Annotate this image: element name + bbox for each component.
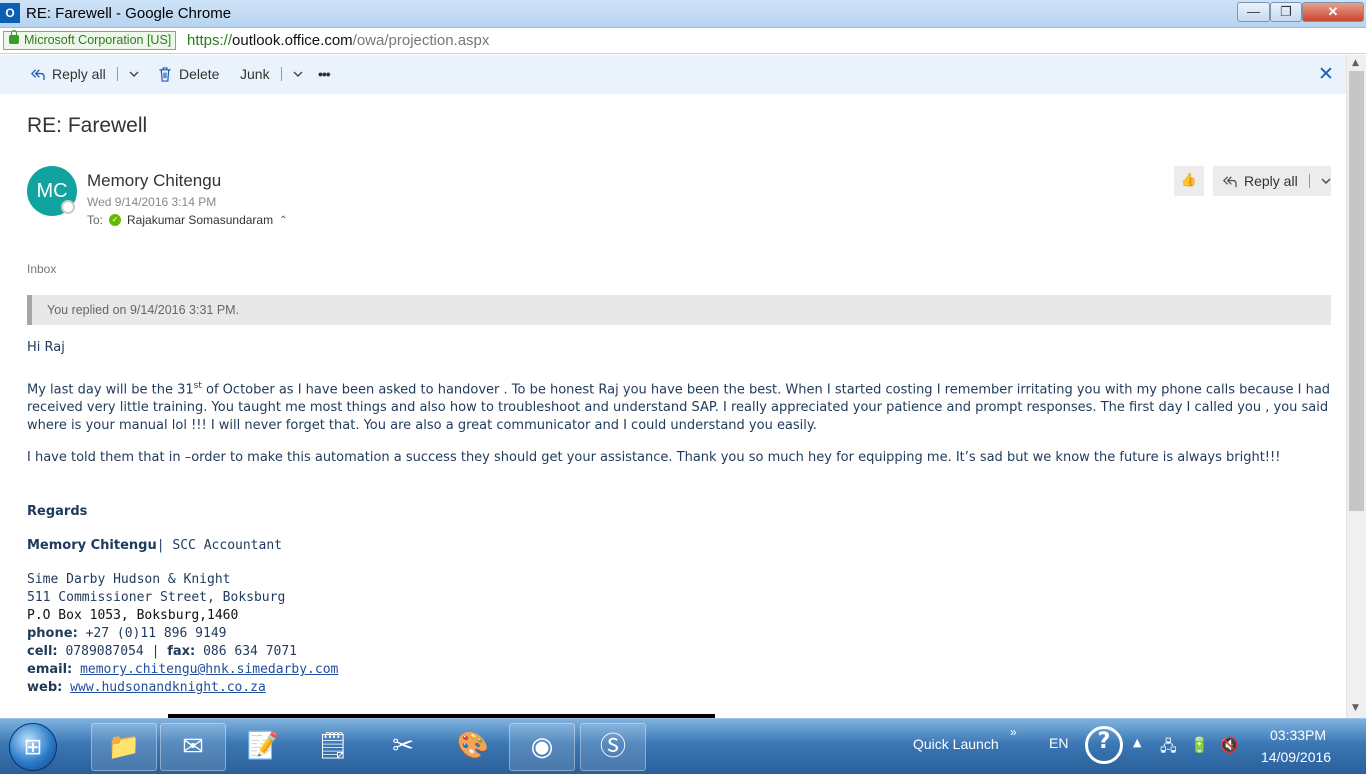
check-icon: ✓ — [109, 214, 122, 226]
phone-value: +27 (0)11 896 9149 — [85, 626, 227, 641]
chevron-down-icon[interactable] — [129, 70, 139, 78]
signature-email: email: memory.chitengu@hnk.simedarby.com — [27, 661, 338, 679]
delete-button[interactable]: Delete — [158, 66, 219, 82]
start-button[interactable]: ⊞ — [9, 723, 57, 771]
body-paragraph-2: I have told them that in –order to make … — [27, 450, 1281, 465]
clock-date[interactable]: 14/09/2016 — [1261, 749, 1331, 765]
reply-all-toolbar-button[interactable]: Reply all — [30, 66, 139, 82]
snipping-tool-taskbar-icon[interactable]: ✂ — [370, 723, 436, 771]
reply-all-icon — [1222, 175, 1237, 187]
more-actions-button[interactable]: ••• — [318, 66, 331, 82]
reply-all-message-button[interactable]: Reply all — [1213, 166, 1331, 196]
help-icon[interactable]: ? — [1085, 726, 1123, 764]
email-label: email: — [27, 662, 73, 677]
recipient-name[interactable]: Rajakumar Somasundaram — [127, 213, 273, 227]
collapse-recipients-icon[interactable]: ⌃ — [279, 215, 287, 226]
window-title: RE: Farewell - Google Chrome — [26, 5, 232, 22]
skype-taskbar-icon[interactable]: Ⓢ — [580, 723, 646, 771]
fax-label: fax: — [167, 644, 196, 659]
explorer-taskbar-icon[interactable]: 📁 — [91, 723, 157, 771]
thumbs-up-icon: 👍 — [1180, 173, 1198, 188]
phone-label: phone: — [27, 626, 78, 641]
signature-po-box: P.O Box 1053, Boksburg,1460 — [27, 608, 239, 623]
delete-label: Delete — [179, 66, 220, 82]
junk-button[interactable]: Junk — [240, 66, 303, 82]
separator: | — [143, 644, 168, 659]
cell-label: cell: — [27, 644, 58, 659]
signature-cell-fax: cell: 0789087054 | fax: 086 634 7071 — [27, 643, 297, 661]
outlook-taskbar-icon[interactable]: ✉ — [160, 723, 226, 771]
web-link[interactable]: www.hudsonandknight.co.za — [70, 680, 266, 695]
presence-indicator — [61, 200, 75, 214]
window-title-bar: O RE: Farewell - Google Chrome — ❐ ✕ — [0, 0, 1366, 28]
folder-label[interactable]: Inbox — [27, 262, 56, 276]
sender-name[interactable]: Memory Chitengu — [87, 171, 221, 191]
reply-all-icon — [30, 68, 45, 80]
message-subject: RE: Farewell — [27, 114, 148, 137]
volume-muted-icon[interactable]: 🔇 — [1220, 736, 1239, 754]
outlook-app-icon: O — [0, 3, 20, 23]
chevron-right-icon[interactable]: » — [1010, 725, 1017, 739]
language-indicator[interactable]: EN — [1049, 735, 1068, 751]
para1-rest: of October as I have been asked to hando… — [27, 382, 1331, 434]
maximize-button[interactable]: ❐ — [1270, 2, 1302, 22]
message-toolbar: Reply all Delete Junk ••• ✕ — [0, 55, 1346, 94]
sticky-notes-taskbar-icon[interactable]: 🗒 — [300, 723, 366, 771]
chevron-down-icon[interactable] — [1321, 177, 1331, 185]
to-label: To: — [87, 213, 104, 227]
lock-icon — [9, 30, 19, 44]
email-link[interactable]: memory.chitengu@hnk.simedarby.com — [80, 662, 338, 677]
show-hidden-icons-icon[interactable]: ▲ — [1133, 736, 1141, 749]
close-window-button[interactable]: ✕ — [1302, 2, 1364, 22]
signature-phone: phone: +27 (0)11 896 9149 — [27, 625, 226, 643]
vertical-scrollbar[interactable]: ▲ ▼ — [1346, 55, 1366, 718]
quick-launch-label[interactable]: Quick Launch — [913, 736, 999, 752]
web-label: web: — [27, 680, 63, 695]
ev-certificate-badge[interactable]: Microsoft Corporation [US] — [3, 30, 177, 50]
chrome-taskbar-icon[interactable]: ◉ — [509, 723, 575, 771]
signature-company: Sime Darby Hudson & Knight — [27, 572, 231, 587]
minimize-button[interactable]: — — [1237, 2, 1270, 22]
notepad-taskbar-icon[interactable]: 📝 — [230, 723, 296, 771]
junk-label: Junk — [240, 66, 270, 82]
signature-web: web: www.hudsonandknight.co.za — [27, 679, 266, 697]
power-icon[interactable]: 🔋 — [1190, 736, 1209, 754]
chevron-down-icon[interactable] — [293, 70, 303, 78]
like-button[interactable]: 👍 — [1174, 166, 1204, 196]
reply-all-label: Reply all — [52, 66, 106, 82]
toolbar-divider — [280, 67, 282, 81]
para1-superscript: st — [193, 381, 202, 391]
ev-label: Microsoft Corporation [US] — [24, 33, 172, 47]
close-reading-pane-icon[interactable]: ✕ — [1318, 63, 1334, 85]
scroll-down-icon[interactable]: ▼ — [1352, 703, 1359, 713]
toolbar-divider — [116, 67, 118, 81]
trash-icon — [159, 66, 171, 82]
address-bar[interactable]: Microsoft Corporation [US] https://outlo… — [0, 28, 1366, 54]
scroll-up-icon[interactable]: ▲ — [1352, 58, 1359, 68]
signature-street: 511 Commissioner Street, Boksburg — [27, 590, 286, 605]
signature-regards: Regards — [27, 504, 88, 519]
button-divider — [1308, 174, 1310, 188]
greeting: Hi Raj — [27, 340, 65, 355]
reply-all-label: Reply all — [1244, 173, 1298, 189]
network-icon[interactable]: 🖧 — [1160, 736, 1177, 761]
sent-date: Wed 9/14/2016 3:14 PM — [87, 195, 217, 209]
url-field[interactable]: https://outlook.office.com/owa/projectio… — [187, 32, 489, 49]
url-path: /owa/projection.aspx — [352, 32, 490, 49]
signature-title: | SCC Accountant — [156, 538, 282, 553]
taskbar: ⊞ 📁 ✉ 📝 🗒 ✂ 🎨 ◉ Ⓢ Quick Launch » EN ? ▲ … — [0, 718, 1366, 774]
cell-value: 0789087054 — [65, 644, 144, 659]
replied-notice: You replied on 9/14/2016 3:31 PM. — [27, 295, 1331, 325]
scrollbar-thumb[interactable] — [1349, 71, 1364, 511]
fax-value: 086 634 7071 — [203, 644, 297, 659]
signature-name: Memory Chitengu — [27, 538, 157, 553]
recipients-row: To: ✓ Rajakumar Somasundaram ⌃ — [87, 213, 287, 227]
signature-name-line: Memory Chitengu| SCC Accountant — [27, 537, 282, 555]
url-host: outlook.office.com — [232, 32, 353, 49]
url-protocol: https:// — [187, 32, 233, 49]
body-paragraph-1: My last day will be the 31st of October … — [27, 377, 1331, 435]
clock-time[interactable]: 03:33PM — [1270, 727, 1326, 743]
paint-taskbar-icon[interactable]: 🎨 — [440, 723, 506, 771]
para1-start: My last day will be the 31 — [27, 382, 194, 398]
